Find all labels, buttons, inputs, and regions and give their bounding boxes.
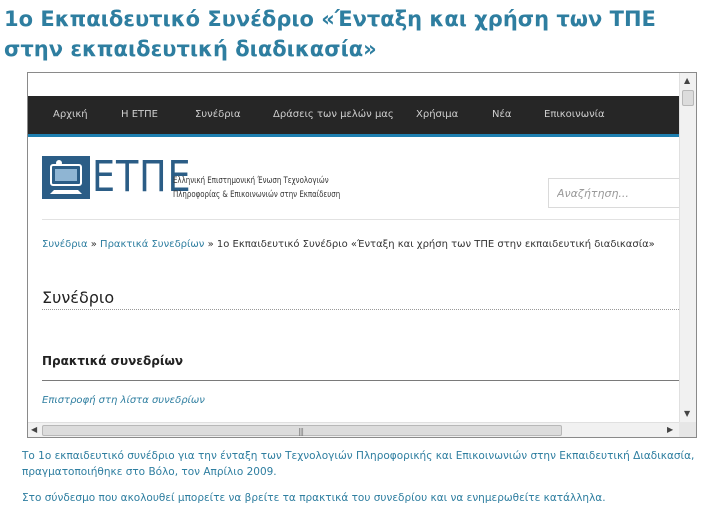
logo-tagline-line1: Ελληνική Επιστημονική Ένωση Τεχνολογιών	[173, 176, 329, 186]
logo-emblem-icon[interactable]	[42, 156, 90, 199]
scroll-up-arrow-icon[interactable]: ▲	[684, 77, 690, 85]
horizontal-scroll-thumb[interactable]: |||	[42, 425, 562, 436]
breadcrumb-separator: »	[90, 239, 97, 250]
nav-item-contact[interactable]: Επικοινωνία	[544, 96, 605, 134]
nav-item-conferences[interactable]: Συνέδρια	[195, 96, 241, 134]
breadcrumb-separator: »	[207, 239, 214, 250]
nav-item-etpe[interactable]: Η ΕΤΠΕ	[121, 96, 158, 134]
header-divider	[42, 219, 679, 220]
breadcrumb-proceedings-link[interactable]: Πρακτικά Συνεδρίων	[100, 239, 204, 250]
nav-item-useful[interactable]: Χρήσιμα	[416, 96, 458, 134]
breadcrumb: Συνέδρια » Πρακτικά Συνεδρίων » 1ο Εκπαι…	[42, 238, 672, 252]
embedded-page-frame[interactable]: Αρχική Η ΕΤΠΕ Συνέδρια Δράσεις των μελών…	[27, 72, 697, 438]
scrollbar-corner	[679, 422, 696, 437]
breadcrumb-current: 1ο Εκπαιδευτικό Συνέδριο «Ένταξη και χρή…	[216, 239, 655, 250]
scroll-down-arrow-icon[interactable]: ▼	[684, 410, 690, 418]
proceedings-heading: Πρακτικά συνεδρίων	[42, 354, 184, 368]
back-to-list-link[interactable]: Επιστροφή στη λίστα συνεδρίων	[42, 394, 205, 408]
scroll-right-arrow-icon[interactable]: ▶	[667, 426, 673, 434]
nav-item-member-actions[interactable]: Δράσεις των μελών μας	[273, 96, 394, 134]
nav-item-home[interactable]: Αρχική	[53, 96, 88, 134]
logo-tagline-line2: Πληροφορίας & Επικοινωνιών στην Εκπαίδευ…	[173, 190, 341, 200]
horizontal-scrollbar[interactable]: ◀ ||| ▶	[28, 422, 679, 437]
section-heading: Συνέδριο	[42, 288, 115, 307]
conference-description: Το 1ο εκπαιδευτικό συνέδριο για την έντα…	[22, 450, 695, 478]
vertical-scrollbar[interactable]: ▲ ▼	[679, 73, 696, 422]
embedded-viewport: Αρχική Η ΕΤΠΕ Συνέδρια Δράσεις των μελών…	[28, 73, 679, 422]
top-navigation: Αρχική Η ΕΤΠΕ Συνέδρια Δράσεις των μελών…	[28, 96, 679, 137]
search-input[interactable]	[548, 178, 679, 208]
breadcrumb-conferences-link[interactable]: Συνέδρια	[42, 239, 88, 250]
scrollbar-grip-icon: |||	[298, 427, 304, 436]
section-divider	[42, 309, 679, 310]
proceedings-divider	[42, 380, 679, 381]
proceedings-link-note: Στο σύνδεσμο που ακολουθεί μπορείτε να β…	[22, 492, 606, 504]
vertical-scroll-thumb[interactable]	[682, 90, 694, 106]
page-title: 1ο Εκπαιδευτικό Συνέδριο «Ένταξη και χρή…	[4, 7, 656, 61]
scroll-left-arrow-icon[interactable]: ◀	[31, 426, 37, 434]
nav-item-news[interactable]: Νέα	[492, 96, 511, 134]
